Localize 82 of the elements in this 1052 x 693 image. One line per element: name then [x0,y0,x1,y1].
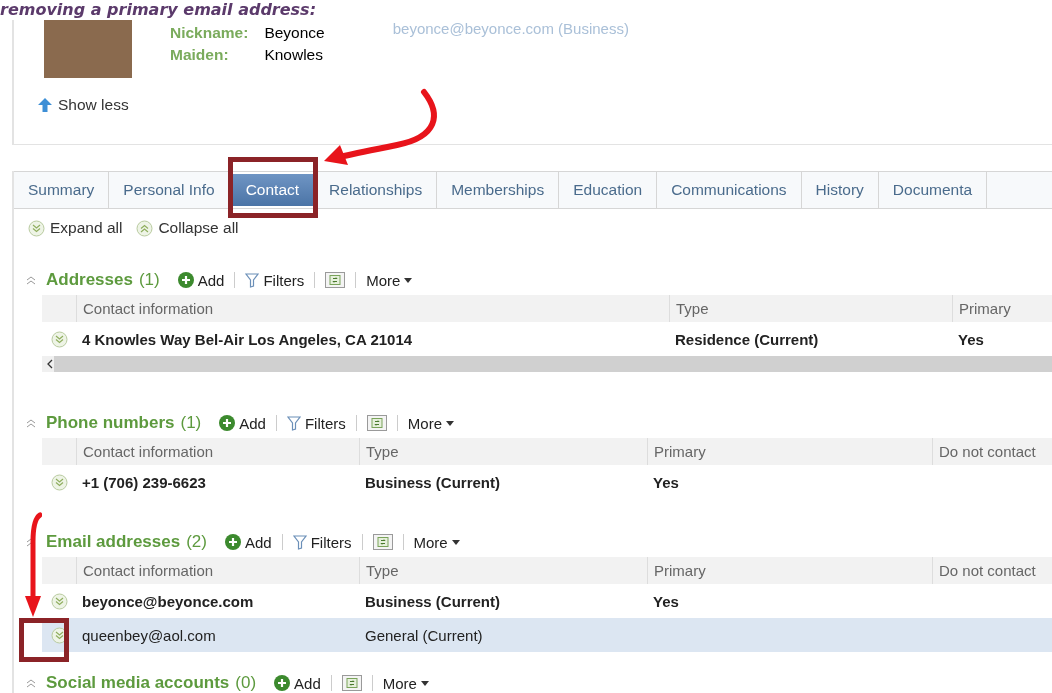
collapse-icon[interactable] [26,275,36,285]
field-value: Beyonce [264,24,325,42]
field-label: Nickname: [170,24,249,42]
caret-icon [446,420,454,426]
column-header[interactable]: Do not contact [932,557,1052,584]
collapse-all-button[interactable]: Collapse all [136,219,239,237]
collapse-icon[interactable] [26,418,36,428]
section-count: (1) [180,413,202,433]
table-cell-text: Yes [957,330,985,348]
add-button[interactable]: Add [177,271,225,289]
table-row[interactable]: beyonce@beyonce.com Business (Current) Yes [42,584,1052,618]
field-label: Maiden: [170,46,230,64]
more-button[interactable]: More [407,414,454,432]
more-button[interactable]: More [366,271,413,289]
refresh-button[interactable] [372,534,393,550]
section-title: Addresses [46,270,133,290]
show-less-link[interactable]: Show less [38,96,129,114]
table-row[interactable]: 4 Knowles Way Bel-Air Los Angeles, CA 21014 Residence (Current) Yes [42,322,1052,356]
more-button[interactable]: More [382,674,429,692]
column-header[interactable]: Type [669,295,952,322]
section-count: (0) [235,673,257,693]
add-button[interactable]: Add [219,414,266,432]
column-header[interactable]: Primary [647,438,932,465]
section-title: Social media accounts [46,673,230,693]
refresh-icon [366,415,387,431]
filter-icon [245,272,260,288]
expand-all-button[interactable]: Expand all [28,219,123,237]
table-row[interactable]: queenbey@aol.com General (Current) [42,618,1052,652]
collapse-icon[interactable] [26,678,36,688]
table-cell-text: Residence (Current) [674,330,820,348]
scroll-left-icon[interactable] [46,359,54,369]
plus-icon [225,534,241,550]
column-header[interactable]: Contact information [76,438,359,465]
refresh-button[interactable] [325,272,346,288]
heading: removing a primary email address: [0,0,318,20]
column-header[interactable]: Type [359,557,647,584]
highlight-frame [19,618,69,662]
caret-icon [451,539,460,545]
table-cell-text: Business (Current) [364,473,502,491]
filters-button[interactable]: Filters [292,533,352,551]
section-title: Email addresses [46,532,181,552]
plus-icon [177,272,194,288]
caret-icon [420,680,429,686]
table-cell-text: Yes [652,592,680,610]
table-cell-text: beyonce@beyonce.com [81,592,255,610]
refresh-button[interactable] [366,415,387,431]
plus-icon [219,415,236,431]
refresh-icon [372,534,393,550]
more-button[interactable]: More [413,533,460,551]
refresh-icon [341,675,362,691]
caret-icon [404,277,413,283]
filters-button[interactable]: Filters [286,414,346,432]
refresh-button[interactable] [341,675,362,691]
filter-icon [286,415,301,431]
table-cell-text: +1 (706) 239-6623 [81,473,207,491]
table-cell-text: Yes [652,473,680,491]
add-button[interactable]: Add [225,533,272,551]
column-header[interactable]: Do not contact [932,438,1052,465]
table-cell-text: queenbey@aol.com [81,626,217,644]
filters-button[interactable]: Filters [245,271,305,289]
table-row[interactable]: +1 (706) 239-6623 Business (Current) Yes [42,465,1052,499]
column-header[interactable]: Contact information [76,557,359,584]
horizontal-scrollbar[interactable] [42,356,1052,372]
email-text: beyonce@beyonce.com (Business) [392,20,629,39]
table-cell-text: 4 Knowles Way Bel-Air Los Angeles, CA 21014 [81,330,414,348]
section-title: Phone numbers [46,413,175,433]
refresh-icon [325,272,346,288]
column-header[interactable]: Contact information [76,295,669,322]
plus-icon [274,675,291,691]
up-arrow-icon [38,98,52,112]
collapse-icon[interactable] [136,219,154,237]
field-value: Knowles [264,46,324,64]
table-cell-text: General (Current) [364,626,484,644]
column-header[interactable]: Primary [952,295,1052,322]
section-count: (1) [138,270,160,290]
column-header[interactable]: Primary [647,557,932,584]
filter-icon [292,534,307,550]
section-count: (2) [186,532,207,552]
expand-icon[interactable] [28,219,45,237]
column-header[interactable]: Type [359,438,647,465]
table-cell-text: Business (Current) [364,592,502,610]
add-button[interactable]: Add [274,674,321,692]
